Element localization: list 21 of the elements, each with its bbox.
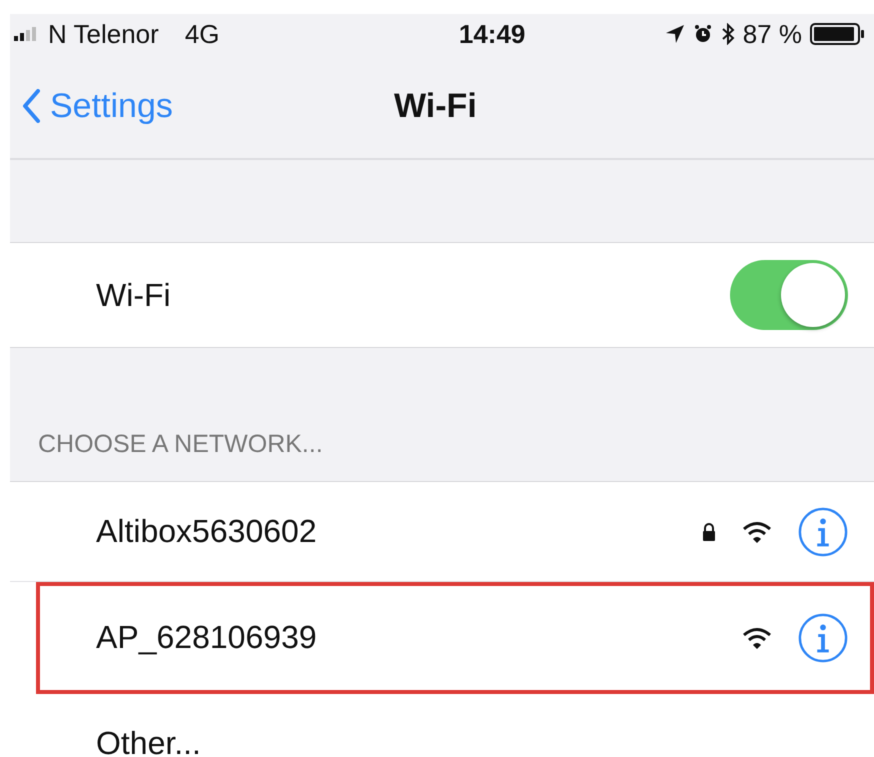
clock-time: 14:49 — [458, 18, 526, 50]
wifi-signal-icon — [742, 626, 772, 648]
other-network[interactable]: Other... — [96, 725, 848, 757]
info-icon[interactable] — [798, 612, 848, 662]
screen-title: Wi-Fi — [394, 86, 477, 126]
battery-icon — [810, 23, 866, 45]
chevron-left-icon — [22, 89, 40, 123]
bluetooth-icon — [720, 23, 735, 45]
carrier-name: N Telenor — [48, 18, 159, 50]
network-row[interactable]: AP_628106939 — [36, 582, 874, 694]
network-name: AP_628106939 — [96, 619, 318, 656]
battery-percent: 87 % — [742, 18, 802, 50]
network-type: 4G — [184, 18, 220, 50]
alarm-clock-icon — [692, 24, 713, 44]
wifi-signal-icon — [742, 520, 772, 542]
section-header: CHOOSE A NETWORK... — [38, 430, 323, 459]
location-arrow-icon — [664, 24, 685, 44]
info-icon[interactable] — [798, 506, 848, 556]
wifi-label: Wi-Fi — [96, 276, 171, 314]
network-name: Altibox5630602 — [96, 513, 318, 550]
network-row[interactable]: Altibox5630602 — [10, 482, 874, 582]
